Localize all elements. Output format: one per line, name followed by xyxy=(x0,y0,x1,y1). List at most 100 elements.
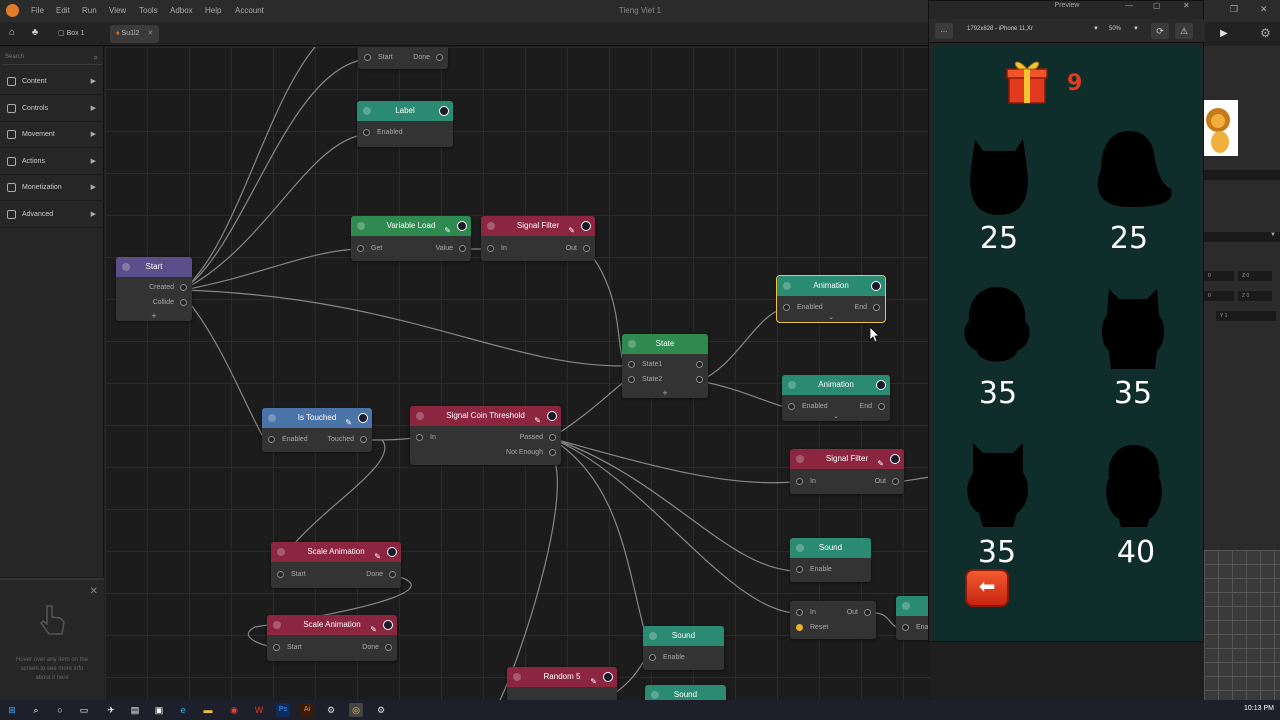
menu-adbox[interactable]: Adbox xyxy=(170,6,193,15)
search-icon[interactable]: ⌕ xyxy=(29,703,43,717)
node-scale-animation[interactable]: Scale Animation ✎ Start Done xyxy=(271,542,401,588)
pin-icon[interactable]: ✎ xyxy=(444,221,451,241)
output-port[interactable] xyxy=(696,376,703,383)
input-port[interactable] xyxy=(268,436,275,443)
output-port[interactable] xyxy=(583,245,590,252)
store-icon[interactable]: ▣ xyxy=(152,703,166,717)
menu-help[interactable]: Help xyxy=(205,6,221,15)
game-screen[interactable]: 9 25 25 35 35 35 40 ⬅ xyxy=(933,45,1201,641)
maximize-icon[interactable]: ▢ xyxy=(1153,1,1161,10)
edge-icon[interactable]: e xyxy=(176,703,190,717)
close-icon[interactable]: ✕ xyxy=(90,586,98,597)
signal-dot-icon[interactable] xyxy=(581,221,591,231)
output-port[interactable] xyxy=(549,449,556,456)
scene-grid-view[interactable] xyxy=(1204,550,1280,700)
sidebar-item-content[interactable]: Content ▶ xyxy=(0,69,104,95)
signal-dot-icon[interactable] xyxy=(457,221,467,231)
input-port[interactable] xyxy=(788,403,795,410)
more-button[interactable]: ... xyxy=(935,23,953,39)
sidebar-item-controls[interactable]: Controls ▶ xyxy=(0,96,104,122)
node-animation-selected[interactable]: Animation Enabled End ⌄ xyxy=(776,275,886,323)
node-signal-filter[interactable]: Signal Filter ✎ In Out xyxy=(481,216,595,261)
node-is-touched[interactable]: Is Touched ✎ Enabled Touched xyxy=(262,408,372,452)
signal-dot-icon[interactable] xyxy=(603,672,613,682)
pin-icon[interactable]: ✎ xyxy=(568,221,575,241)
buildbox-icon[interactable]: ◎ xyxy=(349,703,363,717)
close-icon[interactable]: ✕ xyxy=(1183,1,1190,10)
node-signal-filter[interactable]: Signal Filter ✎ In Out xyxy=(790,449,904,494)
signal-dot-icon[interactable] xyxy=(871,281,881,291)
node-sound[interactable]: Sound Enable xyxy=(790,538,871,582)
pin-icon[interactable]: ✎ xyxy=(370,620,377,640)
close-icon[interactable]: ✕ xyxy=(1260,4,1268,15)
chevron-down-icon[interactable]: ⌄ xyxy=(777,314,885,323)
restore-icon[interactable]: ❐ xyxy=(1230,4,1238,15)
input-port[interactable] xyxy=(364,54,371,61)
input-port[interactable] xyxy=(796,566,803,573)
menu-file[interactable]: File xyxy=(31,6,44,15)
sidebar-item-advanced[interactable]: Advanced ▶ xyxy=(0,202,104,228)
node-canvas[interactable]: Start Done Label Enabled Start Created C… xyxy=(105,47,930,700)
node-label[interactable]: Label Enabled xyxy=(357,101,453,147)
node-signal-gate[interactable]: In Out Reset xyxy=(790,601,876,639)
node-random[interactable]: Random 5 ✎ xyxy=(507,667,617,700)
minimize-icon[interactable]: — xyxy=(1125,1,1133,10)
locked-character-silhouette[interactable] xyxy=(1083,129,1175,209)
node-signal-coin-threshold[interactable]: Signal Coin Threshold ✎ In Passed Not En… xyxy=(410,406,561,465)
transform-field[interactable]: Y 1 xyxy=(1216,311,1276,321)
cortana-icon[interactable]: ○ xyxy=(53,703,67,717)
play-icon[interactable]: ▶ xyxy=(1220,28,1228,39)
transform-field[interactable]: Z 0 xyxy=(1238,271,1272,281)
app-icon[interactable]: ⚙ xyxy=(374,703,388,717)
output-port[interactable] xyxy=(892,478,899,485)
home-icon[interactable]: ⌂ xyxy=(5,27,19,41)
gift-icon[interactable] xyxy=(1005,55,1049,105)
illustrator-icon[interactable]: Ai xyxy=(300,703,314,717)
pin-icon[interactable]: ✎ xyxy=(534,411,541,431)
output-port[interactable] xyxy=(389,571,396,578)
node-partial[interactable]: Ena xyxy=(896,596,930,640)
output-port[interactable] xyxy=(459,245,466,252)
node-animation[interactable]: Animation Enabled End ⌄ xyxy=(782,375,890,421)
input-port[interactable] xyxy=(487,245,494,252)
output-port[interactable] xyxy=(360,436,367,443)
node-scale-animation[interactable]: Scale Animation ✎ Start Done xyxy=(267,615,397,661)
chrome-icon[interactable]: ◉ xyxy=(227,703,241,717)
back-button[interactable]: ⬅ xyxy=(965,569,1009,607)
menu-run[interactable]: Run xyxy=(82,6,97,15)
input-port[interactable] xyxy=(628,361,635,368)
menu-view[interactable]: View xyxy=(109,6,126,15)
input-port[interactable] xyxy=(649,654,656,661)
output-port[interactable] xyxy=(180,284,187,291)
transform-field[interactable]: 0 xyxy=(1204,271,1234,281)
zoom-select[interactable]: 50% ▼ xyxy=(1109,26,1139,32)
file-explorer-icon[interactable]: ▤ xyxy=(128,703,142,717)
output-port[interactable] xyxy=(696,361,703,368)
locked-character-silhouette[interactable] xyxy=(961,129,1037,217)
signal-dot-icon[interactable] xyxy=(547,411,557,421)
menu-edit[interactable]: Edit xyxy=(56,6,70,15)
input-port[interactable] xyxy=(902,624,909,631)
node-sound[interactable]: Sound xyxy=(645,685,726,700)
transform-field[interactable]: 0 xyxy=(1204,291,1234,301)
pin-icon[interactable]: ✎ xyxy=(877,454,884,474)
pin-icon[interactable]: ✎ xyxy=(590,672,597,692)
hierarchy-icon[interactable]: ♣ xyxy=(28,27,42,41)
input-port[interactable] xyxy=(416,434,423,441)
locked-character-silhouette[interactable] xyxy=(1099,443,1169,527)
add-port-button[interactable]: + xyxy=(622,387,708,399)
output-port[interactable] xyxy=(180,299,187,306)
node-state[interactable]: State State1 State2 + xyxy=(622,334,708,398)
output-port[interactable] xyxy=(864,609,871,616)
task-view-icon[interactable]: ▭ xyxy=(77,703,91,717)
chevron-down-icon[interactable]: ⌄ xyxy=(782,413,890,422)
signal-dot-icon[interactable] xyxy=(876,380,886,390)
output-port[interactable] xyxy=(436,54,443,61)
node-variable-load[interactable]: Variable Load ✎ Get Value xyxy=(351,216,471,261)
input-port[interactable] xyxy=(277,571,284,578)
sidebar-item-actions[interactable]: Actions ▶ xyxy=(0,149,104,175)
output-port[interactable] xyxy=(549,434,556,441)
input-port[interactable] xyxy=(363,129,370,136)
menu-tools[interactable]: Tools xyxy=(139,6,158,15)
signal-dot-icon[interactable] xyxy=(383,620,393,630)
